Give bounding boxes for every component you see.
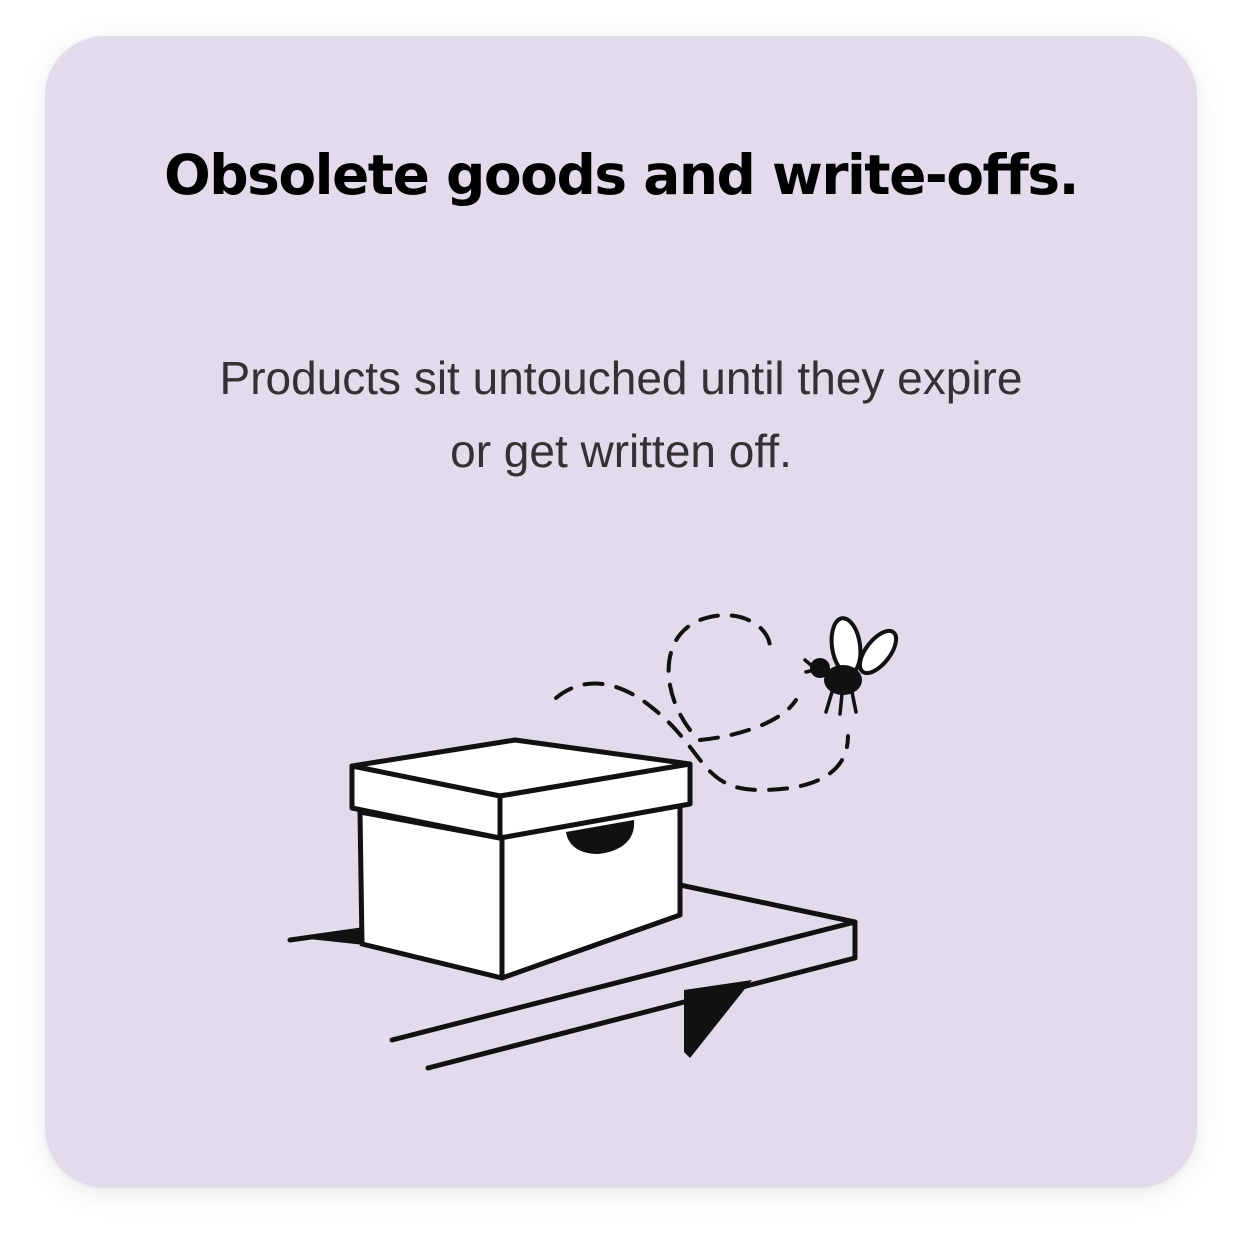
card: Obsolete goods and write-offs. Products …: [45, 36, 1197, 1188]
box-icon: [300, 737, 693, 981]
fly-head: [810, 658, 830, 678]
illustration: [287, 613, 899, 1071]
fly-icon: [803, 616, 899, 716]
